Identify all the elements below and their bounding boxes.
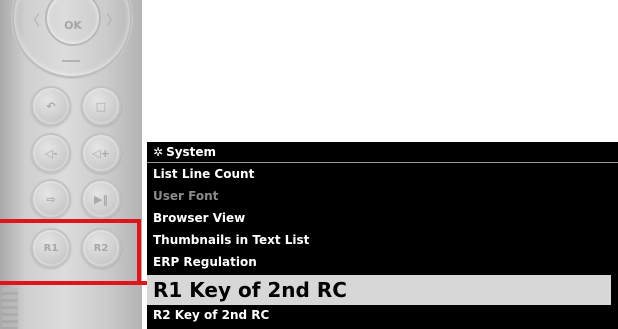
play-pause-button[interactable]: ▶‖ <box>81 179 121 219</box>
menu-item-thumbnails-in-text-list[interactable]: Thumbnails in Text List <box>147 229 618 251</box>
down-arrow-icon[interactable] <box>62 60 80 62</box>
menu-item-r2-key-of-2nd-rc[interactable]: R2 Key of 2nd RC <box>147 305 618 325</box>
volume-down-icon: ◁- <box>44 146 58 160</box>
menu-item-browser-view[interactable]: Browser View <box>147 207 618 229</box>
right-arrow-icon[interactable]: 〉 <box>106 10 120 30</box>
menu-item-list-line-count[interactable]: List Line Count <box>147 163 618 185</box>
input-icon: ⇨ <box>46 192 56 206</box>
menu-item-user-font[interactable]: User Font <box>147 185 618 207</box>
input-button[interactable]: ⇨ <box>31 179 71 219</box>
back-icon: ↶ <box>46 99 56 113</box>
ok-label: OK <box>64 18 82 32</box>
menu-item-erp-regulation[interactable]: ERP Regulation <box>147 251 618 273</box>
left-arrow-icon[interactable]: 〈 <box>26 10 40 30</box>
system-menu: ✲ System List Line Count User Font Brows… <box>147 142 618 329</box>
gear-icon: ✲ <box>153 145 164 159</box>
stop-icon: □ <box>95 99 107 113</box>
menu-header: ✲ System <box>147 142 618 163</box>
volume-up-icon: ◁+ <box>92 146 110 160</box>
highlight-box <box>0 219 141 285</box>
play-pause-icon: ▶‖ <box>94 192 108 206</box>
menu-title: System <box>166 145 217 159</box>
menu-item-r1-key-of-2nd-rc[interactable]: R1 Key of 2nd RC <box>147 275 611 305</box>
stop-button[interactable]: □ <box>81 86 121 126</box>
volume-up-button[interactable]: ◁+ <box>81 133 121 173</box>
volume-down-button[interactable]: ◁- <box>31 133 71 173</box>
remote-grip-strip <box>2 288 18 329</box>
back-button[interactable]: ↶ <box>31 86 71 126</box>
